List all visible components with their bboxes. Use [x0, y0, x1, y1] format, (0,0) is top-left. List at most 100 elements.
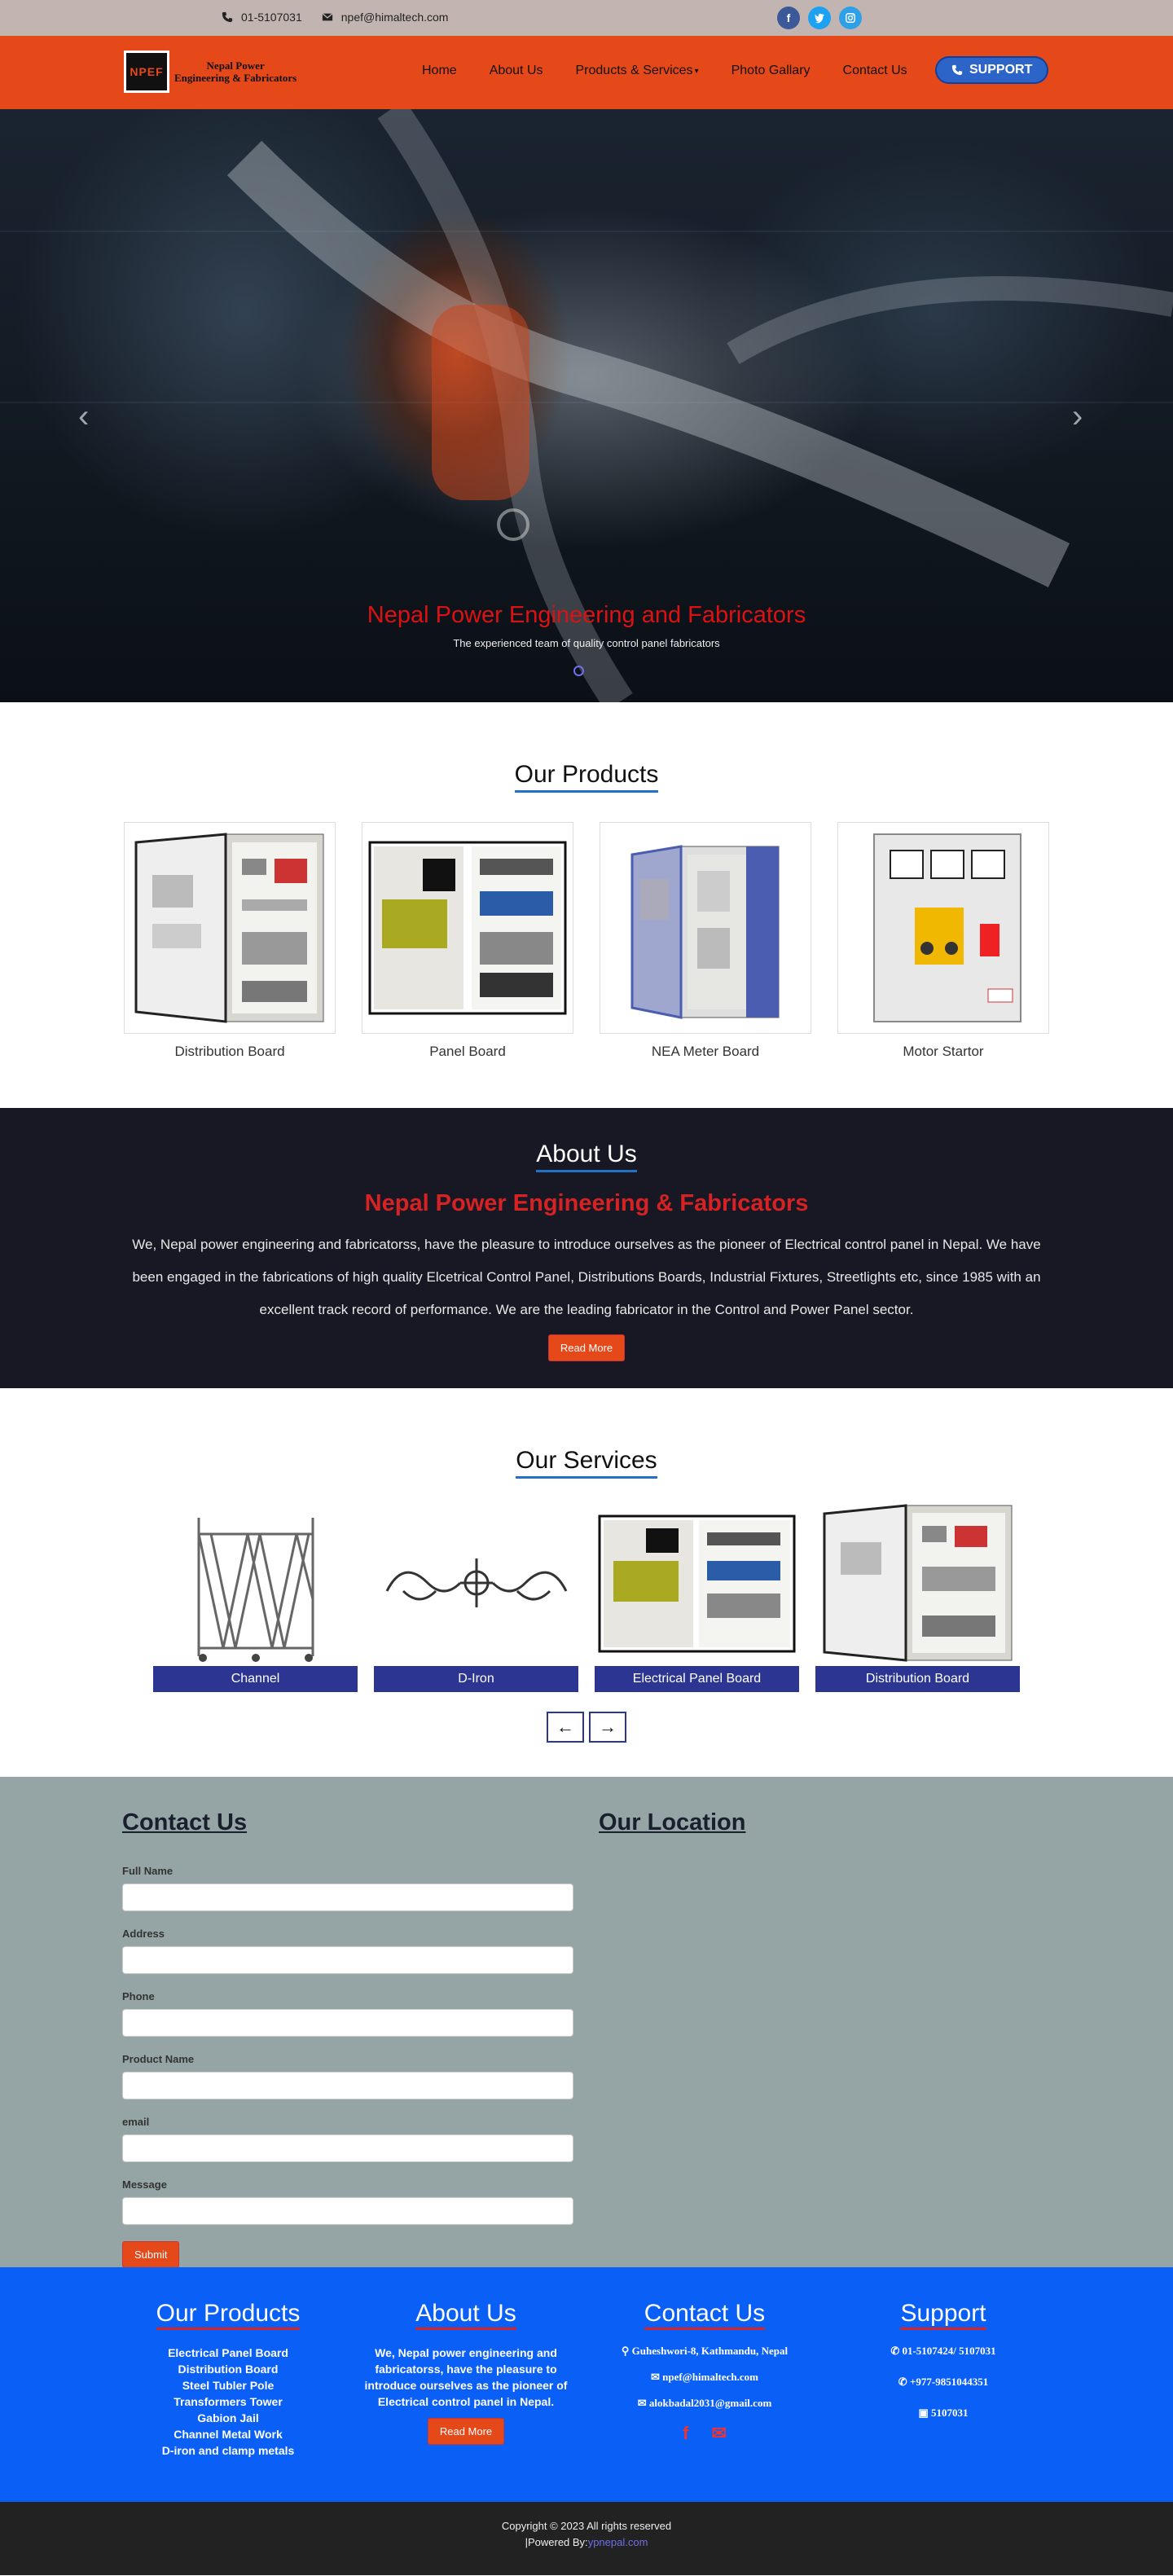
hero-subtitle: The experienced team of quality control … [453, 637, 720, 649]
products-title-text: Our Products [514, 761, 659, 793]
full-name-label: Full Name [122, 1865, 174, 1877]
carousel-prev-arrow[interactable]: ‹ [78, 398, 89, 435]
footer-product-link[interactable]: Transformers Tower [122, 2394, 334, 2410]
contact-section: Contact Us Our Location Full Name Addres… [0, 1777, 1173, 2268]
footer-products-title: Our Products [156, 2300, 301, 2330]
carousel-next-arrow[interactable]: › [1072, 398, 1083, 435]
logo-line-1: Nepal Power [206, 59, 265, 72]
contact-title: Contact Us [122, 1809, 248, 1835]
phone-icon: ✆ [890, 2345, 903, 2357]
email-input[interactable] [122, 2134, 573, 2162]
footer-read-more-button[interactable]: Read More [427, 2418, 505, 2445]
nav-contact-us[interactable]: Contact Us [843, 64, 907, 78]
footer-products-list: Electrical Panel Board Distribution Boar… [122, 2345, 334, 2459]
footer-product-link[interactable]: Gabion Jail [122, 2410, 334, 2426]
carousel-indicator[interactable] [573, 666, 584, 676]
arrow-left-icon[interactable]: ← [547, 1712, 584, 1743]
email-label: email [122, 2116, 150, 2128]
submit-button[interactable]: Submit [122, 2241, 180, 2268]
service-card[interactable]: Channel [153, 1501, 358, 1692]
footer-phone-2[interactable]: ✆ +977-9851044351 [837, 2376, 1049, 2389]
product-image [362, 822, 573, 1034]
top-socials: f [777, 7, 862, 29]
product-label: Motor Startor [903, 1044, 984, 1059]
address-field: Address [122, 1928, 573, 1974]
service-label: Electrical Panel Board [595, 1666, 799, 1692]
footer-product-link[interactable]: Electrical Panel Board [122, 2345, 334, 2361]
products-section: Our Products Distribution Board Panel Bo… [0, 702, 1173, 1108]
instagram-icon[interactable] [839, 7, 862, 29]
support-button[interactable]: SUPPORT [935, 56, 1049, 84]
email-field: email [122, 2116, 573, 2162]
about-read-more-button[interactable]: Read More [547, 1334, 626, 1361]
full-name-field: Full Name [122, 1865, 573, 1911]
services-carousel-controls: ← → [0, 1712, 1173, 1743]
caret-down-icon: ▾ [694, 66, 699, 76]
top-email[interactable]: npef@himaltech.com [322, 11, 448, 24]
about-title: About Us [0, 1141, 1173, 1172]
product-image [837, 822, 1049, 1034]
message-field: Message [122, 2178, 573, 2225]
hero-caption: Nepal Power Engineering and Fabricators … [0, 602, 1173, 649]
message-input[interactable] [122, 2197, 573, 2225]
twitter-icon[interactable] [808, 7, 831, 29]
footer-address-text: Guheshwori-8, Kathmandu, Nepal [631, 2345, 789, 2357]
footer-product-link[interactable]: D-iron and clamp metals [122, 2442, 334, 2459]
phone-icon: ✆ [898, 2376, 910, 2388]
address-label: Address [122, 1928, 165, 1940]
product-card[interactable]: Distribution Board [124, 822, 336, 1060]
nav-about-us[interactable]: About Us [490, 64, 543, 78]
product-name-input[interactable] [122, 2072, 573, 2099]
top-phone[interactable]: 01-5107031 [222, 11, 302, 24]
footer-phone-2-text: +977-9851044351 [909, 2376, 989, 2388]
powered-by-prefix: |Powered By: [525, 2536, 588, 2548]
nav-products-services[interactable]: Products & Services ▾ [576, 64, 699, 78]
footer-about-column: About Us We, Nepal power engineering and… [360, 2300, 572, 2445]
footer-email-1[interactable]: ✉ npef@himaltech.com [599, 2371, 811, 2384]
logo-mark: NPEF [124, 51, 169, 93]
full-name-input[interactable] [122, 1884, 573, 1911]
copyright-bar: Copyright © 2023 All rights reserved |Po… [0, 2502, 1173, 2575]
phone-icon [222, 11, 233, 23]
address-input[interactable] [122, 1946, 573, 1974]
nav-photo-gallary[interactable]: Photo Gallary [731, 64, 811, 78]
contact-form: Full Name Address Phone Product Name ema… [122, 1865, 573, 2268]
service-label: Channel [153, 1666, 358, 1692]
service-card[interactable]: D-Iron [374, 1501, 578, 1692]
arrow-right-icon[interactable]: → [589, 1712, 626, 1743]
footer-products-column: Our Products Electrical Panel Board Dist… [122, 2300, 334, 2459]
product-card[interactable]: Panel Board [362, 822, 573, 1060]
powered-by-link[interactable]: ypnepal.com [588, 2536, 648, 2548]
footer-email-2[interactable]: ✉ alokbadal2031@gmail.com [599, 2397, 811, 2410]
service-card[interactable]: Distribution Board [815, 1501, 1020, 1692]
envelope-icon[interactable]: ✉ [711, 2423, 726, 2444]
facebook-icon[interactable]: f [777, 7, 800, 29]
site-logo[interactable]: NPEF Nepal Power Engineering & Fabricato… [124, 51, 297, 93]
footer-product-link[interactable]: Steel Tubler Pole [122, 2377, 334, 2394]
product-image [600, 822, 811, 1034]
footer-product-link[interactable]: Distribution Board [122, 2361, 334, 2377]
phone-field: Phone [122, 1990, 573, 2037]
product-name-label: Product Name [122, 2053, 195, 2065]
logo-text: Nepal Power Engineering & Fabricators [174, 59, 297, 84]
footer-phone-1[interactable]: ✆ 01-5107424/ 5107031 [837, 2345, 1049, 2358]
copyright-text: Copyright © 2023 All rights reserved [501, 2520, 672, 2532]
footer-email-1-text: npef@himaltech.com [662, 2371, 759, 2383]
fax-icon: ▣ [918, 2407, 932, 2419]
facebook-icon[interactable]: f [683, 2423, 688, 2444]
footer-fax-text: 5107031 [931, 2407, 969, 2419]
service-card[interactable]: Electrical Panel Board [595, 1501, 799, 1692]
nav-links: Home About Us Products & Services ▾ Photo… [422, 64, 907, 78]
service-label: D-Iron [374, 1666, 578, 1692]
top-phone-text: 01-5107031 [241, 11, 302, 24]
support-label: SUPPORT [969, 63, 1033, 77]
footer-product-link[interactable]: Channel Metal Work [122, 2426, 334, 2442]
footer-contact-title: Contact Us [644, 2300, 766, 2330]
phone-input[interactable] [122, 2009, 573, 2037]
product-card[interactable]: Motor Startor [837, 822, 1049, 1060]
footer-address: ⚲ Guheshwori-8, Kathmandu, Nepal [599, 2345, 811, 2358]
about-heading: Nepal Power Engineering & Fabricators [364, 1190, 809, 1216]
nav-home[interactable]: Home [422, 64, 457, 78]
footer-about-text: We, Nepal power engineering and fabricat… [364, 2346, 568, 2408]
product-card[interactable]: NEA Meter Board [600, 822, 811, 1060]
